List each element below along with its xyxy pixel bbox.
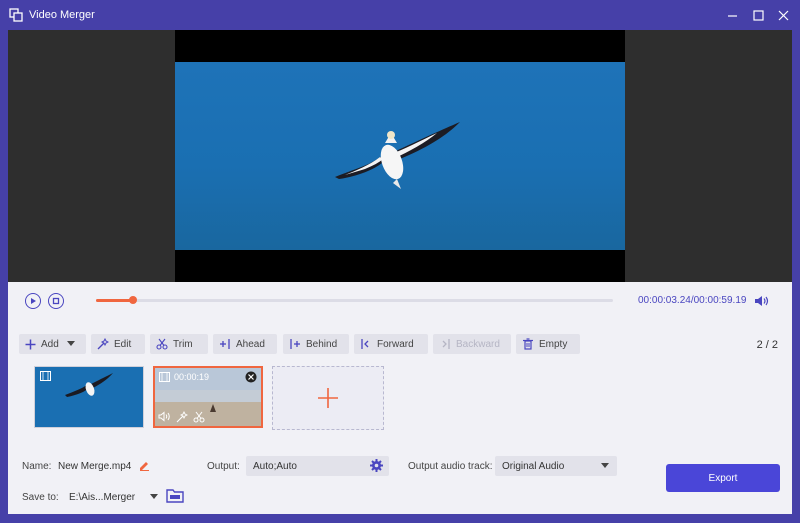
magic-wand-icon[interactable]	[176, 411, 188, 423]
clip-thumbnail-selected[interactable]: 00:00:19	[153, 366, 263, 428]
close-button[interactable]	[774, 6, 792, 24]
time-display: 00:00:03.24/00:00:59.19	[638, 295, 746, 306]
play-button[interactable]	[25, 293, 41, 309]
volume-icon[interactable]	[754, 294, 770, 308]
window-title: Video Merger	[29, 9, 95, 21]
audio-track-value: Original Audio	[502, 460, 565, 472]
forward-button[interactable]: Forward	[354, 334, 428, 354]
chevron-down-icon[interactable]	[150, 494, 158, 500]
edit-label: Edit	[114, 338, 132, 350]
audio-icon[interactable]	[158, 411, 171, 422]
move-backward-icon	[442, 339, 450, 349]
page-total: 2	[771, 339, 778, 351]
page-counter: 2 / 2	[757, 339, 778, 351]
behind-button[interactable]: Behind	[283, 334, 349, 354]
total-time: 00:00:59.19	[693, 295, 747, 306]
output-format-value: Auto;Auto	[253, 460, 297, 472]
progress-handle[interactable]	[129, 296, 138, 304]
output-label: Output:	[207, 461, 240, 472]
bird-image	[335, 122, 460, 189]
backward-label: Backward	[456, 338, 500, 350]
gear-icon[interactable]	[370, 459, 383, 472]
ahead-label: Ahead	[236, 338, 265, 350]
plus-icon	[25, 339, 36, 349]
app-icon	[9, 8, 23, 22]
minimize-icon	[727, 14, 737, 17]
chevron-down-icon	[601, 463, 609, 468]
scissors-icon[interactable]	[193, 411, 205, 423]
output-format-field[interactable]: Auto;Auto	[246, 456, 389, 476]
chevron-down-icon[interactable]	[67, 341, 75, 347]
close-icon	[778, 10, 788, 20]
maximize-icon	[752, 9, 764, 21]
edit-button[interactable]: Edit	[91, 334, 145, 354]
film-icon	[159, 372, 170, 382]
trim-button[interactable]: Trim	[150, 334, 208, 354]
file-name: New Merge.mp4	[58, 461, 132, 472]
clip-duration: 00:00:19	[174, 372, 210, 382]
minimize-button[interactable]	[723, 6, 741, 24]
play-icon	[31, 298, 36, 304]
maximize-button[interactable]	[749, 6, 767, 24]
backward-button[interactable]: Backward	[433, 334, 511, 354]
trim-label: Trim	[173, 338, 193, 350]
forward-label: Forward	[377, 338, 414, 350]
edit-name-icon[interactable]	[139, 460, 150, 471]
video-preview	[8, 30, 792, 282]
output-settings: Name: New Merge.mp4 Output: Auto;Auto Ou…	[8, 447, 792, 514]
insert-ahead-icon	[220, 339, 230, 349]
scissors-icon	[156, 338, 168, 350]
name-label: Name:	[22, 461, 52, 472]
stop-icon	[52, 297, 60, 305]
insert-behind-icon	[290, 339, 300, 349]
stop-button[interactable]	[48, 293, 64, 309]
audio-track-label: Output audio track:	[408, 461, 493, 472]
export-button[interactable]: Export	[666, 464, 780, 492]
clip-toolbar: Add Edit Trim Ahead Behind Forward Backw…	[19, 334, 779, 354]
empty-button[interactable]: Empty	[516, 334, 580, 354]
title-bar: Video Merger	[0, 0, 800, 30]
film-icon	[40, 371, 51, 381]
current-time: 00:00:03.24	[638, 295, 691, 306]
video-frame	[175, 62, 625, 250]
clip-thumbnail-image	[35, 367, 143, 427]
save-to-label: Save to:	[22, 492, 59, 503]
add-label: Add	[41, 338, 59, 350]
move-forward-icon	[361, 339, 369, 349]
audio-track-select[interactable]: Original Audio	[495, 456, 617, 476]
page-separator: /	[765, 339, 769, 351]
trash-icon	[523, 338, 533, 350]
ahead-button[interactable]: Ahead	[213, 334, 277, 354]
plus-icon	[318, 388, 338, 408]
editor-panel: 00:00:03.24/00:00:59.19 Add Edit Trim Ah…	[8, 282, 792, 514]
add-clip-placeholder[interactable]	[272, 366, 384, 430]
clip-thumbnail[interactable]	[34, 366, 144, 428]
progress-bar[interactable]	[96, 296, 613, 304]
playback-controls: 00:00:03.24/00:00:59.19	[8, 282, 792, 322]
video-canvas[interactable]	[175, 30, 625, 282]
empty-label: Empty	[539, 338, 568, 350]
behind-label: Behind	[306, 338, 338, 350]
magic-wand-icon	[97, 338, 109, 350]
page-current: 2	[756, 339, 763, 351]
folder-icon[interactable]	[166, 488, 184, 503]
progress-fill	[96, 299, 134, 302]
add-button[interactable]: Add	[19, 334, 86, 354]
save-path: E:\Ais...Merger	[69, 492, 136, 503]
remove-clip-icon[interactable]	[245, 371, 257, 383]
